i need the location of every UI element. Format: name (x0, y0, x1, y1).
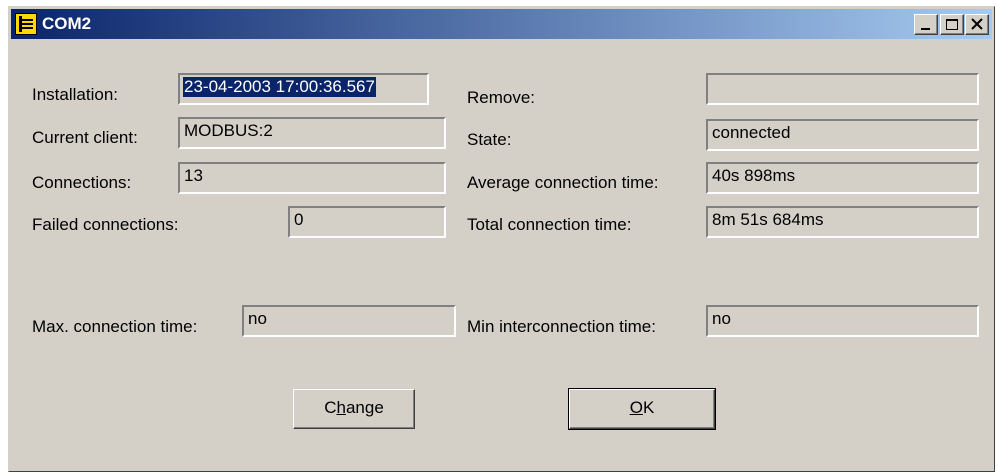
ok-button-label-post: K (642, 398, 655, 417)
failed-connections-value: 0 (294, 210, 304, 229)
installation-label: Installation: (32, 85, 118, 104)
failed-connections-field[interactable]: 0 (288, 206, 446, 238)
connections-label: Connections: (32, 173, 132, 192)
state-label: State: (467, 130, 512, 149)
installation-value: 23-04-2003 17:00:36.567 (183, 77, 376, 97)
plug-icon (15, 13, 37, 35)
total-connection-time-field[interactable]: 8m 51s 684ms (706, 206, 979, 238)
average-connection-time-field[interactable]: 40s 898ms (706, 162, 979, 194)
current-client-field[interactable]: MODBUS:2 (178, 117, 446, 149)
state-value: connected (712, 123, 791, 142)
total-connection-time-value: 8m 51s 684ms (712, 210, 824, 229)
remove-field[interactable] (706, 73, 979, 105)
max-connection-time-value: no (248, 309, 267, 328)
minimize-icon (921, 28, 930, 30)
change-button-accelerator: h (336, 398, 346, 417)
close-icon (971, 18, 983, 30)
close-button[interactable] (965, 14, 989, 35)
change-button[interactable]: Change (293, 389, 415, 429)
installation-field[interactable]: 23-04-2003 17:00:36.567 (178, 73, 429, 105)
min-interconnection-time-label: Min interconnection time: (467, 317, 656, 336)
window-title: COM2 (42, 14, 92, 33)
maximize-icon (946, 19, 958, 30)
dialog-window: COM2 Installation: 23-04-2003 17:00:36.5… (8, 6, 995, 472)
change-button-label-pre: C (324, 398, 337, 417)
min-interconnection-time-value: no (712, 309, 731, 328)
max-connection-time-label: Max. connection time: (32, 317, 198, 336)
maximize-button[interactable] (940, 14, 964, 35)
min-interconnection-time-field[interactable]: no (706, 305, 979, 337)
connections-value: 13 (184, 166, 203, 185)
change-button-label-post: ange (345, 398, 384, 417)
failed-connections-label: Failed connections: (32, 215, 179, 234)
connections-field[interactable]: 13 (178, 162, 446, 194)
state-field[interactable]: connected (706, 119, 979, 151)
minimize-button[interactable] (914, 14, 938, 35)
current-client-value: MODBUS:2 (184, 121, 273, 140)
average-connection-time-label: Average connection time: (467, 173, 659, 192)
average-connection-time-value: 40s 898ms (712, 166, 796, 185)
remove-label: Remove: (467, 88, 536, 107)
ok-button-accelerator: O (629, 398, 643, 417)
current-client-label: Current client: (32, 128, 138, 147)
ok-button[interactable]: OK (568, 388, 716, 430)
title-bar[interactable]: COM2 (11, 9, 992, 39)
max-connection-time-field[interactable]: no (242, 305, 456, 337)
total-connection-time-label: Total connection time: (467, 215, 632, 234)
